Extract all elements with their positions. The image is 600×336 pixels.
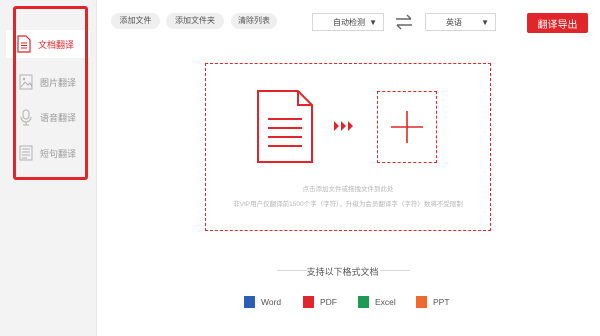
format-word: Word <box>244 296 281 308</box>
document-large-icon <box>257 90 313 163</box>
format-label: PDF <box>320 297 337 307</box>
swap-languages-icon[interactable] <box>394 13 414 31</box>
target-language-select[interactable]: 英语 ▼ <box>425 13 496 31</box>
add-folder-button[interactable]: 添加文件夹 <box>166 13 224 29</box>
formats-title: 支持以下格式文档 <box>306 267 379 277</box>
export-translation-button[interactable]: 翻译导出 <box>527 13 588 33</box>
format-excel: Excel <box>358 296 396 308</box>
format-label: Word <box>261 297 282 307</box>
divider-line <box>380 270 410 271</box>
drop-hint-text: 点击添加文件或拖拽文件到此处 <box>302 186 394 193</box>
chevron-down-icon: ▼ <box>369 17 377 27</box>
format-pdf: PDF <box>303 296 337 308</box>
source-language-value: 自动检测 <box>333 17 365 27</box>
excel-icon <box>358 296 369 308</box>
word-icon <box>244 296 255 308</box>
vip-limit-text: 非VIP用户仅翻译前1500个字（字符），升级为会员翻译字（字符）数将不受限制 <box>233 201 463 208</box>
add-file-box[interactable] <box>377 91 437 163</box>
clear-list-button[interactable]: 清除列表 <box>231 13 277 29</box>
format-ppt: PPT <box>416 296 450 308</box>
ppt-icon <box>416 296 427 308</box>
plus-icon <box>391 111 423 143</box>
forward-arrows-icon <box>334 121 353 131</box>
source-language-select[interactable]: 自动检测 ▼ <box>312 13 384 31</box>
format-label: PPT <box>433 297 450 307</box>
add-file-button[interactable]: 添加文件 <box>111 13 160 29</box>
chevron-down-icon: ▼ <box>481 17 489 27</box>
target-language-value: 英语 <box>446 17 462 27</box>
sidebar-highlight-box <box>13 6 88 180</box>
format-label: Excel <box>375 297 396 307</box>
pdf-icon <box>303 296 314 308</box>
